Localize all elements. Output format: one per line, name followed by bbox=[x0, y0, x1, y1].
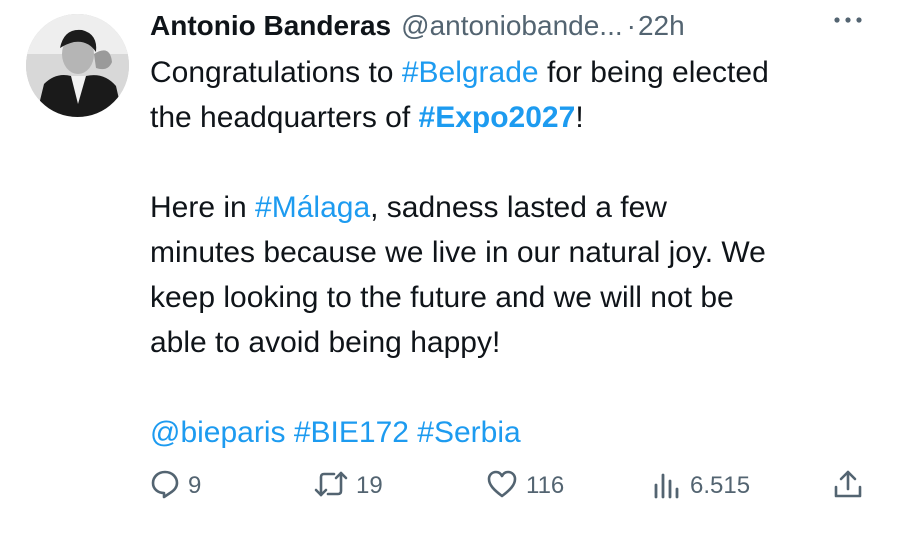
separator-dot: · bbox=[626, 10, 636, 41]
more-options-button[interactable] bbox=[830, 2, 866, 38]
tweet-text-segment: Congratulations to bbox=[150, 56, 402, 89]
tweet-line bbox=[150, 365, 880, 410]
reply-icon bbox=[150, 469, 180, 504]
tweet-line: the headquarters of #Expo2027! bbox=[150, 95, 880, 140]
tweet-text-segment: for being elected bbox=[538, 56, 769, 89]
author-name[interactable]: Antonio Banderas bbox=[150, 10, 391, 42]
retweet-icon bbox=[314, 469, 348, 504]
avatar[interactable] bbox=[26, 14, 129, 117]
views-count: 6.515 bbox=[690, 472, 751, 499]
retweet-count: 19 bbox=[356, 472, 383, 499]
hashtag-link[interactable]: #Expo2027 bbox=[419, 101, 576, 134]
reply-count: 9 bbox=[188, 472, 202, 499]
tweet-text-segment bbox=[286, 416, 294, 449]
reply-button[interactable]: 9 bbox=[150, 466, 201, 506]
tweet-text-segment: keep looking to the future and we will n… bbox=[150, 281, 734, 314]
like-count: 116 bbox=[526, 472, 565, 499]
hashtag-link[interactable]: #Belgrade bbox=[402, 56, 539, 89]
mention-link[interactable]: @bieparis bbox=[150, 416, 286, 449]
like-button[interactable]: 116 bbox=[486, 466, 564, 506]
tweet-line bbox=[150, 140, 880, 185]
tweet-line: @bieparis #BIE172 #Serbia bbox=[150, 410, 880, 455]
tweet-line: Congratulations to #Belgrade for being e… bbox=[150, 50, 880, 95]
tweet-text-segment: the headquarters of bbox=[150, 101, 419, 134]
tweet-text-segment: Here in bbox=[150, 191, 256, 224]
tweet-line: minutes because we live in our natural j… bbox=[150, 230, 880, 275]
views-button[interactable]: 6.515 bbox=[652, 466, 750, 506]
tweet-text-segment: , sadness lasted a few bbox=[370, 191, 667, 224]
share-icon bbox=[832, 468, 864, 505]
hashtag-link[interactable]: #Málaga bbox=[255, 191, 370, 224]
tweet-timestamp[interactable]: 22h bbox=[638, 10, 685, 42]
tweet-line: keep looking to the future and we will n… bbox=[150, 275, 880, 320]
hashtag-link[interactable]: #BIE172 bbox=[294, 416, 409, 449]
tweet-line: Here in #Málaga, sadness lasted a few bbox=[150, 185, 880, 230]
tweet-text-segment: ! bbox=[575, 101, 584, 134]
tweet-text: Congratulations to #Belgrade for being e… bbox=[150, 50, 880, 455]
share-button[interactable] bbox=[832, 466, 864, 506]
more-icon bbox=[833, 11, 863, 29]
tweet-text-segment: able to avoid being happy! bbox=[150, 326, 501, 359]
views-icon bbox=[652, 469, 682, 504]
action-bar: 9 19 116 6.515 bbox=[150, 466, 875, 506]
retweet-button[interactable]: 19 bbox=[314, 466, 383, 506]
hashtag-link[interactable]: #Serbia bbox=[417, 416, 520, 449]
tweet-header: Antonio Banderas @antoniobande... · 22h bbox=[150, 6, 890, 46]
tweet-text-segment: minutes because we live in our natural j… bbox=[150, 236, 766, 269]
tweet-line: able to avoid being happy! bbox=[150, 320, 880, 365]
author-handle[interactable]: @antoniobande... bbox=[401, 10, 622, 42]
like-icon bbox=[486, 469, 518, 504]
